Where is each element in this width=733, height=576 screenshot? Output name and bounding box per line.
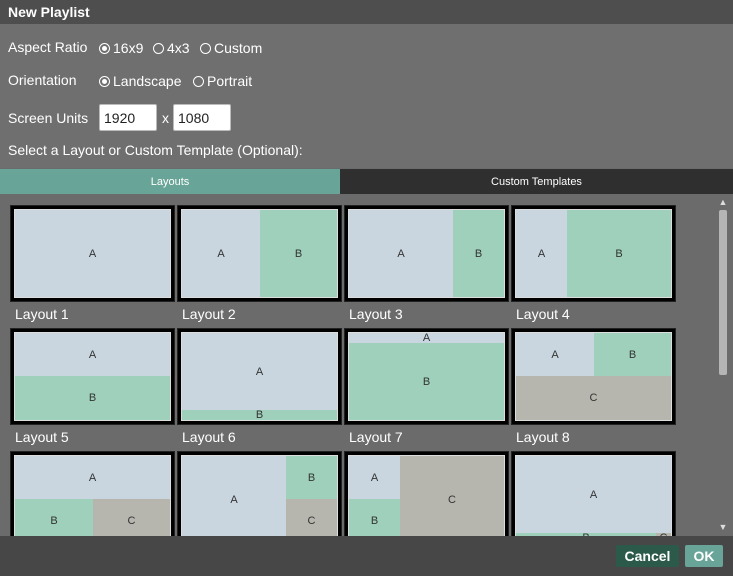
region-a: A <box>349 456 400 499</box>
layout-thumbnail: A B C <box>511 328 676 425</box>
region-b: B <box>15 376 170 420</box>
layout-name: Layout 7 <box>349 429 403 445</box>
cancel-button[interactable]: Cancel <box>616 545 679 567</box>
ok-button[interactable]: OK <box>685 545 723 567</box>
dialog-footer: Cancel OK <box>0 536 733 576</box>
layout-thumbnail: A B C <box>344 451 509 536</box>
region-a: A <box>182 210 260 297</box>
layout-tabs: Layouts Custom Templates <box>0 169 733 194</box>
radio-unselected-icon <box>200 42 211 54</box>
layout-thumbnail: A B <box>511 205 676 302</box>
layout-gallery: A Layout 1 A B Layout 2 A B Layout 3 A B… <box>0 194 733 536</box>
region-b: B <box>182 409 337 420</box>
playlist-settings-form: Aspect Ratio 16x9 4x3 Custom Orientation… <box>0 24 733 168</box>
layout-thumbnail: A <box>10 205 175 302</box>
layout-name: Layout 5 <box>15 429 69 445</box>
layout-thumbnail: A B <box>344 205 509 302</box>
orientation-portrait-radio[interactable]: Portrait <box>193 73 252 89</box>
region-a: A <box>349 333 504 344</box>
gallery-scrollbar[interactable]: ▲ ▼ <box>715 196 731 534</box>
radio-unselected-icon <box>153 42 164 54</box>
screen-units-label: Screen Units <box>8 110 89 126</box>
region-a: A <box>15 210 170 297</box>
region-a: A <box>15 456 170 499</box>
region-b: B <box>260 210 337 297</box>
layout-name: Layout 6 <box>182 429 236 445</box>
region-a: A <box>349 210 453 297</box>
aspect-ratio-4x3-label: 4x3 <box>167 40 190 56</box>
radio-unselected-icon <box>193 75 204 87</box>
scroll-down-icon[interactable]: ▼ <box>715 521 731 533</box>
region-a: A <box>182 333 337 410</box>
region-a: A <box>15 333 170 376</box>
layout-name: Layout 1 <box>15 306 69 322</box>
region-b: B <box>349 499 400 536</box>
layout-thumbnail: A B C <box>10 451 175 536</box>
region-a: A <box>516 333 594 376</box>
scroll-up-icon[interactable]: ▲ <box>715 196 731 208</box>
region-b: B <box>349 343 504 420</box>
region-c: C <box>516 376 671 420</box>
dialog-title: New Playlist <box>8 4 90 20</box>
layout-thumbnail: A B <box>344 328 509 425</box>
aspect-ratio-label: Aspect Ratio <box>8 39 88 55</box>
layout-thumbnail: A B <box>177 328 342 425</box>
orientation-label: Orientation <box>8 72 77 88</box>
scrollbar-thumb[interactable] <box>719 210 727 375</box>
dialog-title-bar: New Playlist <box>0 0 733 24</box>
orientation-portrait-label: Portrait <box>207 73 253 89</box>
region-b: B <box>15 499 93 536</box>
region-c: C <box>286 499 337 536</box>
layout-thumbnail: A B <box>177 205 342 302</box>
tab-layouts[interactable]: Layouts <box>0 169 340 194</box>
region-a: A <box>516 456 671 533</box>
radio-selected-icon <box>99 75 110 87</box>
region-a: A <box>516 210 567 297</box>
orientation-landscape-label: Landscape <box>113 73 182 89</box>
region-b: B <box>594 333 671 376</box>
region-b: B <box>453 210 504 297</box>
aspect-ratio-16x9-label: 16x9 <box>113 40 144 56</box>
layout-name: Layout 2 <box>182 306 236 322</box>
orientation-landscape-radio[interactable]: Landscape <box>99 73 182 89</box>
aspect-ratio-16x9-radio[interactable]: 16x9 <box>99 40 143 56</box>
layout-name: Layout 4 <box>516 306 570 322</box>
aspect-ratio-4x3-radio[interactable]: 4x3 <box>153 40 190 56</box>
aspect-ratio-custom-radio[interactable]: Custom <box>200 40 262 56</box>
layout-name: Layout 8 <box>516 429 570 445</box>
region-b: B <box>567 210 671 297</box>
screen-units-separator: x <box>162 110 169 126</box>
aspect-ratio-custom-label: Custom <box>214 40 263 56</box>
tab-custom-templates[interactable]: Custom Templates <box>340 169 733 194</box>
layout-thumbnail: A B <box>10 328 175 425</box>
region-c: C <box>93 499 170 536</box>
layout-thumbnail: A B C <box>511 451 676 536</box>
radio-selected-icon <box>99 42 110 54</box>
region-a: A <box>182 456 286 536</box>
region-c: C <box>400 456 504 536</box>
screen-width-input[interactable] <box>99 104 157 131</box>
region-b: B <box>286 456 337 499</box>
screen-height-input[interactable] <box>173 104 231 131</box>
layout-prompt: Select a Layout or Custom Template (Opti… <box>8 142 303 158</box>
layout-thumbnail: A B C <box>177 451 342 536</box>
layout-name: Layout 3 <box>349 306 403 322</box>
